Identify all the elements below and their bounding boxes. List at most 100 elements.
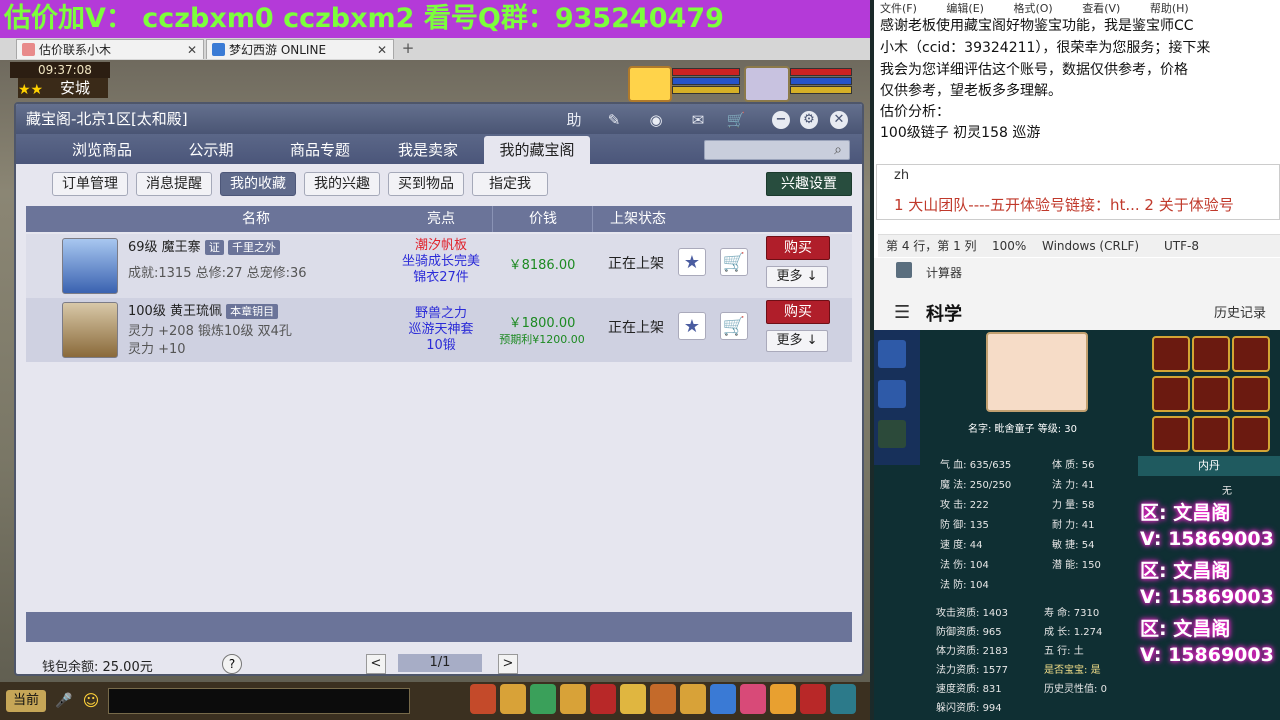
skill-slot-icon[interactable] xyxy=(530,684,556,714)
skill-slot-icon[interactable] xyxy=(680,684,706,714)
history-button[interactable]: 历史记录 xyxy=(1214,302,1266,321)
stat-label: 攻 击: xyxy=(940,500,967,511)
ime-candidates[interactable]: 1 大山团队----五开体验号链接：ht... 2 关于体验号 xyxy=(894,194,1234,215)
subtab-interests[interactable]: 我的兴趣 xyxy=(304,172,380,196)
hamburger-menu-icon[interactable]: ☰ xyxy=(894,302,910,323)
highlight-2: 巡游天神套 xyxy=(408,322,474,337)
skill-slot-icon[interactable] xyxy=(560,684,586,714)
more-button[interactable]: 更多 ↓ xyxy=(766,266,828,288)
new-tab-icon[interactable]: + xyxy=(400,39,416,57)
equip-slot-icon[interactable] xyxy=(1192,416,1230,452)
pet-name-level: 名字: 毗舍童子 等级: 30 xyxy=(968,424,1077,435)
subtab-favorites[interactable]: 我的收藏 xyxy=(220,172,296,196)
notepad-line[interactable]: 100级链子 初灵158 巡游 xyxy=(880,123,1040,143)
window-titlebar[interactable]: 藏宝阁-北京1区[太和殿] 助 ✎ ◉ ✉ 🛒 − ⚙ ✕ xyxy=(16,104,862,134)
side-slot-icon[interactable] xyxy=(878,420,906,448)
favorite-star-icon[interactable]: ★ xyxy=(678,248,706,276)
chat-channel-button[interactable]: 当前 xyxy=(6,690,46,712)
menu-help[interactable]: 帮助(H) xyxy=(1150,2,1189,15)
equip-slot-icon[interactable] xyxy=(1152,376,1190,412)
subtab-assigned[interactable]: 指定我 xyxy=(472,172,548,196)
side-slot-icon[interactable] xyxy=(878,380,906,408)
menu-file[interactable]: 文件(F) xyxy=(880,2,917,15)
help-button[interactable]: 助 xyxy=(562,109,586,131)
browser-tab-appraisal[interactable]: 估价联系小木 ✕ xyxy=(16,39,204,59)
help-icon[interactable]: ? xyxy=(222,654,242,674)
skill-slot-icon[interactable] xyxy=(740,684,766,714)
tab-topics[interactable]: 商品专题 xyxy=(272,136,368,164)
menu-edit[interactable]: 编辑(E) xyxy=(946,2,984,15)
pet-avatar[interactable] xyxy=(744,66,790,102)
notepad-line[interactable]: 估价分析： xyxy=(880,102,950,122)
close-icon[interactable]: ✕ xyxy=(830,111,848,129)
skill-slot-icon[interactable] xyxy=(620,684,646,714)
skill-slot-icon[interactable] xyxy=(770,684,796,714)
stat-value: 250/250 xyxy=(969,480,1012,491)
equip-slot-icon[interactable] xyxy=(1232,416,1270,452)
subtab-orders[interactable]: 订单管理 xyxy=(52,172,128,196)
favorite-star-icon[interactable]: ★ xyxy=(678,312,706,340)
notepad-line[interactable]: 感谢老板使用藏宝阁好物鉴宝功能，我是鉴宝师CC xyxy=(880,16,1194,36)
microphone-icon[interactable]: 🎤 xyxy=(54,690,74,712)
equip-slot-icon[interactable] xyxy=(1192,336,1230,372)
menu-view[interactable]: 查看(V) xyxy=(1082,2,1120,15)
menu-format[interactable]: 格式(O) xyxy=(1013,2,1052,15)
column-status: 上架状态 xyxy=(592,206,683,232)
skill-slot-icon[interactable] xyxy=(650,684,676,714)
notepad-line[interactable]: 小木（ccid：39324211），很荣幸为您服务；接下来 xyxy=(880,38,1210,58)
stat-label: 敏 捷: xyxy=(1052,540,1079,551)
stat-value: 41 xyxy=(1081,520,1095,531)
pet-mp-bar xyxy=(790,77,852,85)
settings-icon[interactable]: ⚙ xyxy=(800,111,818,129)
player-avatar[interactable] xyxy=(628,66,672,102)
tab-seller[interactable]: 我是卖家 xyxy=(380,136,476,164)
chat-input[interactable] xyxy=(108,688,410,714)
equip-slot-icon[interactable] xyxy=(1232,376,1270,412)
subtab-purchased[interactable]: 买到物品 xyxy=(388,172,464,196)
sp-bar xyxy=(672,86,740,94)
table-row[interactable]: 100级 黄王琉佩 本章钥目 灵力 +208 锻炼10级 双4孔 灵力 +10 … xyxy=(26,298,852,362)
equip-slot-icon[interactable] xyxy=(1232,336,1270,372)
banner-text: 估价加V： cczbxm0 cczbxm2 看号Q群：935240479 xyxy=(4,3,724,34)
search-icon[interactable]: ⌕ xyxy=(828,140,848,160)
skill-slot-icon[interactable] xyxy=(470,684,496,714)
close-tab-icon[interactable]: ✕ xyxy=(377,40,387,59)
equip-slot-icon[interactable] xyxy=(1192,376,1230,412)
notepad-line[interactable]: 仅供参考，望老板多多理解。 xyxy=(880,81,1062,101)
stat-value: 土 xyxy=(1073,646,1084,657)
table-row[interactable]: 69级 魔王寨 证 千里之外 成就:1315 总修:27 总宠修:36 潮汐帆板… xyxy=(26,234,852,298)
skill-slot-icon[interactable] xyxy=(830,684,856,714)
equip-slot-icon[interactable] xyxy=(1152,416,1190,452)
browser-tab-game[interactable]: 梦幻西游 ONLINE ✕ xyxy=(206,39,394,59)
add-cart-icon[interactable]: 🛒 xyxy=(720,312,748,340)
equip-slot-icon[interactable] xyxy=(1152,336,1190,372)
page-indicator: 1/1 xyxy=(398,654,482,672)
minimize-icon[interactable]: − xyxy=(772,111,790,129)
next-page-button[interactable]: > xyxy=(498,654,518,674)
notepad-line[interactable]: 我会为您详细评估这个账号，数据仅供参考，价格 xyxy=(880,60,1188,80)
more-button[interactable]: 更多 ↓ xyxy=(766,330,828,352)
record-icon[interactable]: ◉ xyxy=(644,109,668,131)
tab-public[interactable]: 公示期 xyxy=(166,136,256,164)
prev-page-button[interactable]: < xyxy=(366,654,386,674)
close-tab-icon[interactable]: ✕ xyxy=(187,40,197,59)
subtab-messages[interactable]: 消息提醒 xyxy=(136,172,212,196)
cart-icon[interactable]: 🛒 xyxy=(724,109,748,131)
interest-settings-button[interactable]: 兴趣设置 xyxy=(766,172,852,196)
emoji-icon[interactable]: ☺ xyxy=(80,690,102,712)
skill-slot-icon[interactable] xyxy=(590,684,616,714)
buy-button[interactable]: 购买 xyxy=(766,300,830,324)
tab-inner-core[interactable]: 内丹 xyxy=(1138,456,1280,476)
tab-my-pavilion[interactable]: 我的藏宝阁 xyxy=(484,136,590,164)
buy-button[interactable]: 购买 xyxy=(766,236,830,260)
side-slot-icon[interactable] xyxy=(878,340,906,368)
skill-slot-icon[interactable] xyxy=(800,684,826,714)
tab-browse[interactable]: 浏览商品 xyxy=(54,136,150,164)
add-cart-icon[interactable]: 🛒 xyxy=(720,248,748,276)
chat-icon[interactable]: ✉ xyxy=(686,109,710,131)
skill-slot-icon[interactable] xyxy=(500,684,526,714)
skill-slot-icon[interactable] xyxy=(710,684,736,714)
stat-label: 法 力: xyxy=(1052,480,1079,491)
pet-hp-bar xyxy=(790,68,852,76)
pin-icon[interactable]: ✎ xyxy=(602,109,626,131)
